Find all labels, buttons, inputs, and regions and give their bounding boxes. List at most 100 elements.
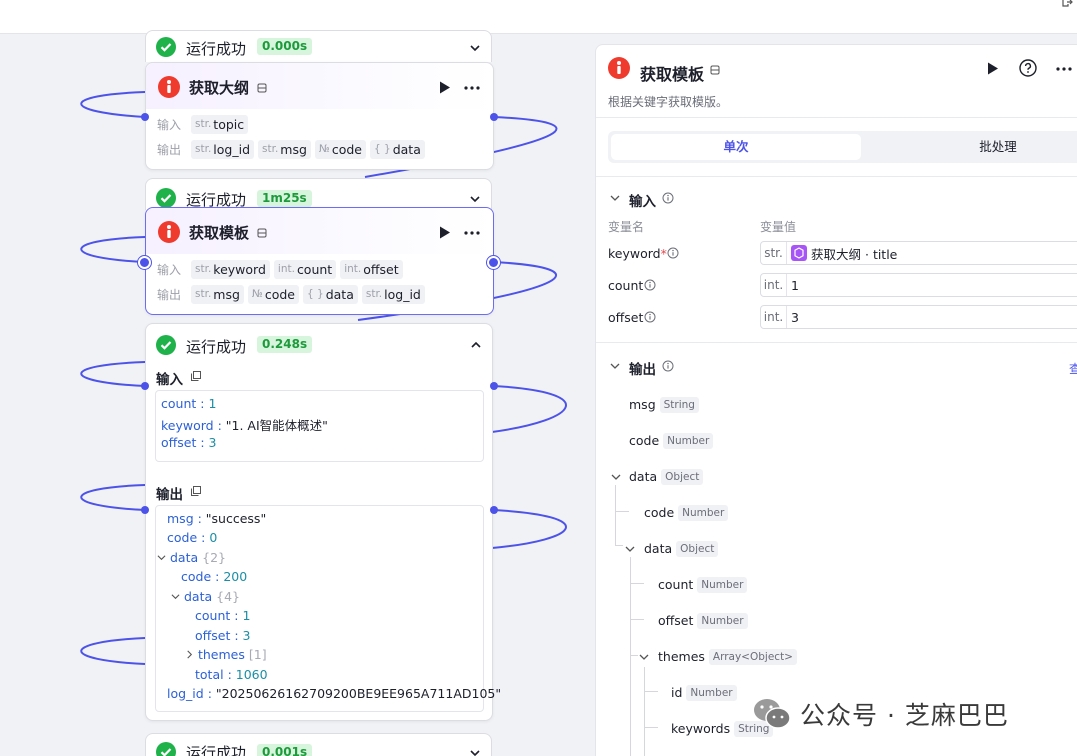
database-icon	[710, 65, 720, 75]
database-icon	[257, 228, 267, 238]
output-field: msg String	[629, 397, 699, 413]
output-field: data Object	[644, 541, 719, 557]
panel-description: 根据关键字获取模版。	[608, 95, 729, 109]
input-port[interactable]	[141, 506, 149, 514]
run-mode-tabs: 单次 批处理	[608, 131, 1077, 163]
keyword-input[interactable]: str. 获取大纲 · title	[760, 241, 1077, 265]
run-time-badge: 0.248s	[257, 336, 313, 353]
more-icon[interactable]	[464, 231, 480, 235]
param-tag: str. log_id	[361, 284, 425, 304]
col-header-name: 变量名	[608, 220, 645, 234]
run-status-bar[interactable]: 运行成功 1m25s	[145, 178, 492, 210]
tab-batch[interactable]: 批处理	[908, 134, 1077, 160]
workflow-canvas[interactable]: 运行成功 0.000s 获取大纲 输入 str. topic 输出 str. log…	[0, 0, 1077, 756]
json-line: total : 1060	[195, 667, 268, 682]
output-port[interactable]	[487, 256, 500, 269]
chevron-down-icon[interactable]	[610, 193, 620, 203]
node-title: 获取大纲	[189, 79, 250, 97]
input-port[interactable]	[141, 382, 149, 390]
node-card-template[interactable]: 获取模板 输入 str. keyword int. count int. offset…	[145, 207, 494, 315]
view-link[interactable]: 查	[1069, 360, 1077, 377]
help-icon[interactable]	[1019, 59, 1037, 77]
info-icon[interactable]	[662, 360, 674, 372]
param-tag: str. log_id	[191, 139, 255, 159]
node-outputs-row: 输出 str. msg № code { } data str. log_id	[157, 284, 425, 304]
info-icon[interactable]	[644, 311, 656, 323]
json-line: keyword : "1. AI智能体概述"	[161, 418, 328, 433]
param-tag: int. count	[273, 259, 337, 279]
divider	[596, 342, 1077, 343]
check-circle-icon	[156, 188, 176, 208]
info-icon[interactable]	[644, 279, 656, 291]
chevron-down-icon[interactable]	[469, 193, 481, 205]
run-input-title: 输入	[156, 372, 183, 388]
variable-reference-chip[interactable]: 获取大纲 · title	[791, 244, 897, 262]
json-line: offset : 3	[161, 435, 217, 450]
node-card-outline[interactable]: 获取大纲 输入 str. topic 输出 str. log_id str. msg …	[145, 62, 494, 170]
output-field: code Number	[644, 505, 729, 521]
chevron-down-icon[interactable]	[171, 592, 180, 601]
run-time-badge: 0.000s	[257, 38, 313, 55]
output-port[interactable]	[490, 113, 498, 121]
run-status-bar[interactable]: 运行成功 0.000s	[145, 30, 492, 62]
watermark: 公众号 · 芝麻巴巴	[752, 694, 1009, 734]
exit-icon[interactable]	[1061, 0, 1073, 8]
node-config-panel: 获取模板 根据关键字获取模版。 单次 批处理 输入 变量名 变量值 keywor…	[595, 44, 1077, 756]
run-play-icon[interactable]	[987, 62, 999, 75]
run-status-text: 运行成功	[186, 744, 247, 756]
count-input[interactable]: int. 1	[760, 273, 1077, 297]
more-icon[interactable]	[1056, 67, 1072, 71]
run-play-icon[interactable]	[439, 81, 451, 94]
chevron-down-icon[interactable]	[625, 544, 635, 554]
run-output-title: 输出	[156, 487, 183, 503]
tab-single[interactable]: 单次	[611, 134, 861, 160]
copy-icon[interactable]	[190, 370, 202, 382]
chevron-down-icon[interactable]	[610, 361, 620, 371]
json-line: count : 1	[161, 396, 217, 411]
chevron-down-icon[interactable]	[469, 747, 481, 756]
divider	[596, 117, 1077, 118]
run-time-badge: 0.001s	[257, 744, 313, 756]
run-status-bar[interactable]: 运行成功 0.001s	[145, 733, 492, 756]
info-icon[interactable]	[667, 247, 679, 259]
chevron-down-icon[interactable]	[469, 42, 481, 54]
param-tag: str. msg	[258, 139, 311, 159]
json-line: count : 1	[195, 608, 251, 623]
run-output-json: msg : "success" code : 0 data {2} code :…	[155, 505, 501, 712]
col-header-value: 变量值	[760, 220, 797, 234]
param-tag: str. topic	[191, 114, 249, 134]
copy-icon[interactable]	[190, 485, 202, 497]
json-line: code : 200	[181, 569, 248, 584]
json-line: code : 0	[167, 530, 218, 545]
output-port[interactable]	[490, 382, 498, 390]
param-tag: № code	[314, 139, 366, 159]
json-line: log_id : "20250626162709200BE9EE965A711A…	[167, 686, 502, 701]
json-line: data {4}	[171, 589, 240, 604]
panel-title: 获取模板	[640, 65, 705, 84]
output-field: themes Array<Object>	[658, 649, 797, 665]
run-play-icon[interactable]	[439, 226, 451, 239]
chevron-right-icon[interactable]	[185, 650, 194, 659]
json-line: offset : 3	[195, 628, 251, 643]
chevron-up-icon[interactable]	[470, 339, 482, 351]
more-icon[interactable]	[464, 86, 480, 90]
info-icon[interactable]	[662, 192, 674, 204]
output-port[interactable]	[490, 506, 498, 514]
param-tag: str. keyword	[191, 259, 270, 279]
node-inputs-row: 输入 str. keyword int. count int. offset	[157, 259, 403, 279]
input-var-name: count	[608, 278, 644, 293]
output-field: id Number	[671, 685, 737, 701]
offset-input[interactable]: int. 3	[760, 305, 1077, 329]
wechat-icon	[754, 699, 791, 729]
json-line: msg : "success"	[167, 511, 267, 526]
json-line: themes [1]	[185, 647, 267, 662]
input-port[interactable]	[141, 113, 149, 121]
divider	[596, 176, 1077, 177]
chevron-down-icon[interactable]	[639, 652, 649, 662]
chevron-down-icon[interactable]	[157, 553, 166, 562]
check-circle-icon	[156, 742, 176, 756]
check-circle-icon	[156, 37, 176, 57]
node-ref-icon	[791, 245, 807, 261]
chevron-down-icon[interactable]	[611, 472, 621, 482]
input-port[interactable]	[138, 256, 151, 269]
